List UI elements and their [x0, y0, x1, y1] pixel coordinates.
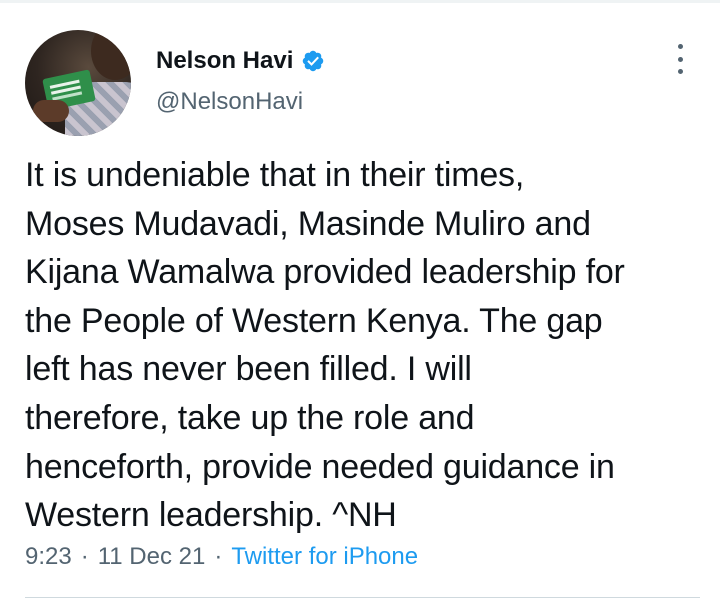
author-display-name[interactable]: Nelson Havi: [156, 47, 293, 75]
tweet-source-link[interactable]: Twitter for iPhone: [231, 543, 418, 571]
top-divider: [0, 0, 720, 3]
more-dot: [677, 44, 683, 49]
more-options-icon[interactable]: [670, 44, 690, 74]
avatar-face: [91, 30, 131, 80]
tweet-time[interactable]: 9:23: [25, 543, 72, 571]
meta-separator: ·: [80, 543, 89, 570]
verified-badge-icon: [303, 50, 324, 72]
author-row: Nelson Havi: [156, 47, 325, 75]
bottom-divider: [25, 597, 700, 598]
more-dot: [677, 69, 683, 74]
tweet-date[interactable]: 11 Dec 21: [98, 543, 206, 571]
tweet-meta: 9:23 · 11 Dec 21 · Twitter for iPhone: [25, 543, 418, 571]
tweet-text: It is undeniable that in their times, Mo…: [25, 156, 625, 535]
meta-separator: ·: [214, 543, 223, 570]
more-dot: [677, 56, 683, 62]
author-handle[interactable]: @NelsonHavi: [156, 88, 303, 116]
avatar[interactable]: [25, 30, 131, 136]
avatar-hand: [33, 100, 69, 122]
